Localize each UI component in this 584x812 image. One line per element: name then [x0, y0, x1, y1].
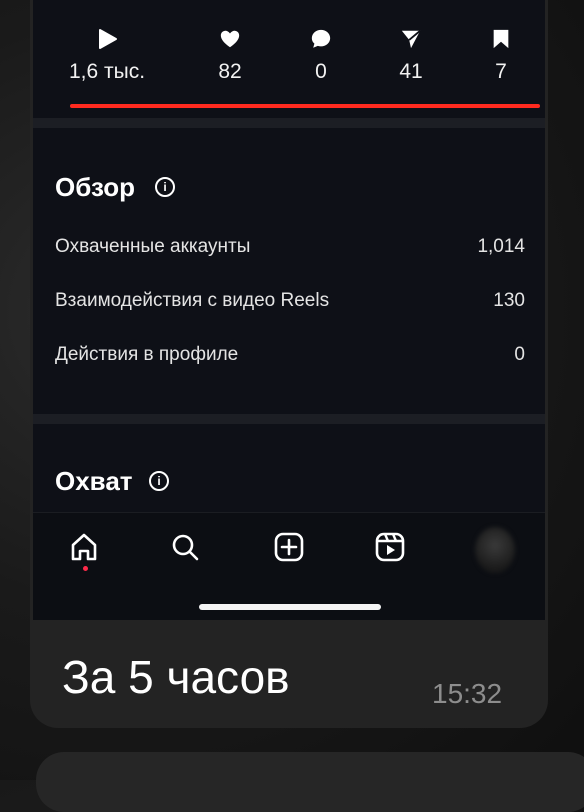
stat-saves: 7	[461, 28, 541, 84]
heart-icon	[190, 28, 270, 52]
play-icon	[67, 28, 147, 52]
stat-comments: 0	[281, 28, 361, 84]
info-icon[interactable]: i	[149, 471, 169, 491]
stats-row: 1,6 тыс. 82 0 41 7	[33, 0, 545, 118]
divider	[33, 414, 545, 424]
divider	[33, 118, 545, 128]
row-label: Охваченные аккаунты	[55, 236, 251, 257]
search-icon[interactable]	[169, 531, 205, 567]
stat-comments-value: 0	[315, 60, 327, 83]
highlight-underline	[70, 104, 540, 108]
reach-card: Охват i	[33, 424, 545, 512]
row-label: Действия в профиле	[55, 344, 239, 365]
home-indicator	[199, 604, 381, 610]
row-value: 1,014	[477, 236, 525, 257]
reach-title: Охват	[55, 466, 133, 496]
stat-plays-value: 1,6 тыс.	[68, 60, 146, 83]
share-icon	[371, 28, 451, 52]
add-post-icon[interactable]	[273, 531, 309, 567]
notification-dot	[83, 566, 88, 571]
stat-likes: 82	[190, 28, 270, 84]
overview-title: Обзор	[55, 172, 135, 202]
profile-avatar[interactable]	[475, 527, 515, 573]
comment-icon	[281, 28, 361, 52]
bookmark-icon	[461, 28, 541, 52]
stat-shares-value: 41	[399, 60, 423, 83]
reels-icon[interactable]	[374, 531, 410, 567]
next-message-bubble	[36, 752, 584, 812]
stat-shares: 41	[371, 28, 451, 84]
stat-likes-value: 82	[218, 60, 242, 83]
screenshot-image[interactable]: 1,6 тыс. 82 0 41 7 Обзор i Охваченные ак…	[33, 0, 545, 620]
row-value: 130	[493, 290, 525, 311]
stat-plays: 1,6 тыс.	[67, 28, 147, 84]
overview-card: Обзор i Охваченные аккаунты 1,014 Взаимо…	[33, 128, 545, 414]
row-value: 0	[514, 344, 525, 365]
message-text: За 5 часов	[62, 651, 290, 703]
stat-saves-value: 7	[495, 60, 507, 83]
home-icon[interactable]	[68, 531, 104, 567]
info-icon[interactable]: i	[155, 177, 175, 197]
row-label: Взаимодействия с видео Reels	[55, 290, 330, 311]
message-timestamp: 15:32	[432, 678, 503, 709]
